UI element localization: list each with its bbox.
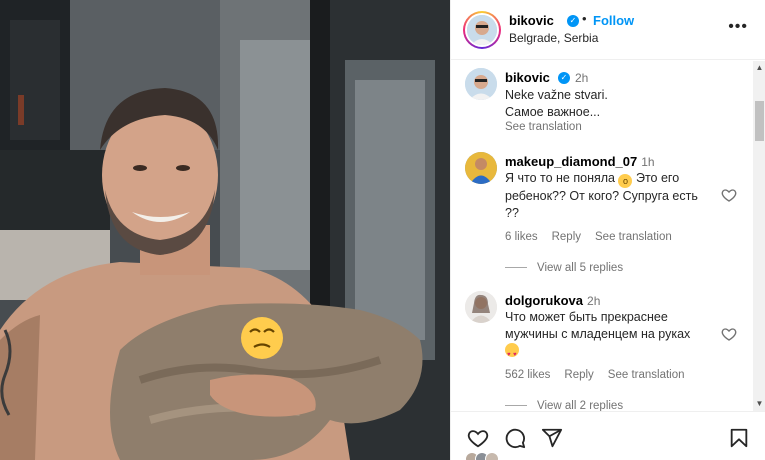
comments-list: bikovic ✓ 2h Neke važne stvari. Самое ва…: [451, 61, 753, 411]
comments-scrollbar[interactable]: ▲ ▼: [753, 61, 765, 411]
heart-eyes-emoji-icon: ♥ ♥: [505, 343, 519, 358]
bookmark-icon: [730, 428, 748, 448]
post-location[interactable]: Belgrade, Serbia: [509, 31, 598, 45]
caption-username-text[interactable]: bikovic: [505, 70, 550, 85]
comment-text: Что может быть прекраснее мужчины с млад…: [505, 309, 717, 360]
avatar-ring-inner: [465, 13, 499, 47]
heart-icon: [721, 328, 737, 341]
comment-line: ребенок?? От кого? Супруга есть: [505, 189, 698, 203]
comment-username-text[interactable]: dolgorukova: [505, 293, 583, 308]
comment-button[interactable]: [504, 427, 526, 452]
comment-text: Я что то не поняла o Это его ребенок?? О…: [505, 170, 717, 222]
author-username[interactable]: bikovic: [509, 13, 554, 28]
save-button[interactable]: [728, 427, 750, 452]
like-button[interactable]: [467, 427, 489, 452]
view-replies-button[interactable]: View all 2 replies: [505, 400, 623, 411]
comment-username-text[interactable]: makeup_diamond_07: [505, 154, 637, 169]
header-separator: •: [582, 11, 587, 26]
comment-username[interactable]: dolgorukova 2h: [505, 293, 600, 308]
comment-line: ??: [505, 206, 519, 220]
caption-time[interactable]: 2h: [575, 71, 588, 85]
comment-line: Что может быть прекраснее: [505, 310, 668, 324]
comment-meta: 6 likes Reply See translation: [505, 231, 686, 243]
share-icon: [541, 428, 563, 448]
comment-line: ♥ ♥: [505, 343, 717, 360]
avatar-face-icon: [465, 68, 497, 100]
verified-badge-icon: ✓: [558, 72, 570, 84]
reply-button[interactable]: Reply: [552, 231, 581, 243]
comment-likes-count[interactable]: 562 likes: [505, 369, 550, 381]
liker-avatar: [485, 452, 499, 460]
post-actions-bar: [451, 411, 765, 460]
comment-likes-count[interactable]: 6 likes: [505, 231, 538, 243]
follow-button[interactable]: Follow: [593, 13, 634, 28]
heart-icon: [467, 430, 489, 448]
caption-avatar[interactable]: [465, 68, 497, 100]
instagram-post-modal: bikovic ✓ • Follow Belgrade, Serbia ••• …: [0, 0, 765, 460]
caption-line: Самое важное...: [505, 105, 601, 119]
heart-icon: [721, 189, 737, 202]
caption-see-translation[interactable]: See translation: [505, 121, 596, 133]
post-photo[interactable]: [0, 0, 450, 460]
scroll-down-arrow-icon[interactable]: ▼: [755, 399, 764, 409]
post-header: bikovic ✓ • Follow Belgrade, Serbia •••: [451, 0, 765, 60]
view-replies-label[interactable]: View all 5 replies: [537, 262, 623, 274]
scrollbar-thumb[interactable]: [755, 101, 764, 141]
comment-avatar[interactable]: [465, 291, 497, 323]
caption-username[interactable]: bikovic: [505, 70, 550, 85]
see-translation-link[interactable]: See translation: [505, 121, 582, 133]
see-translation-link[interactable]: See translation: [595, 231, 672, 243]
view-replies-label[interactable]: View all 2 replies: [537, 400, 623, 411]
verified-badge-icon: ✓: [567, 15, 579, 27]
comment-username[interactable]: makeup_diamond_07 1h: [505, 154, 655, 169]
see-translation-link[interactable]: See translation: [608, 369, 685, 381]
avatar-face-icon: [467, 15, 497, 45]
comment-time[interactable]: 2h: [587, 294, 600, 308]
comment-time[interactable]: 1h: [641, 155, 654, 169]
post-photo-illustration: [0, 0, 450, 460]
comment-line: Я что то не поняла o Это его: [505, 170, 717, 188]
view-replies-button[interactable]: View all 5 replies: [505, 262, 623, 274]
more-icon[interactable]: •••: [728, 18, 748, 36]
comment-line-text: Я что то не поняла: [505, 171, 615, 185]
caption-text: Neke važne stvari. Самое важное...: [505, 87, 717, 121]
author-avatar[interactable]: [463, 11, 501, 49]
comment-line-tail: Это его: [635, 171, 680, 185]
comment-like-heart-icon[interactable]: [721, 326, 737, 345]
comment-line: мужчины с младенцем на руках: [505, 327, 691, 341]
scroll-up-arrow-icon[interactable]: ▲: [755, 63, 764, 73]
post-side-panel: bikovic ✓ • Follow Belgrade, Serbia ••• …: [450, 0, 765, 460]
comment-like-heart-icon[interactable]: [721, 187, 737, 206]
liker-avatars[interactable]: [465, 452, 499, 460]
share-button[interactable]: [541, 427, 563, 452]
avatar-image: [467, 15, 497, 45]
surprised-emoji-icon: o: [618, 174, 633, 188]
reply-button[interactable]: Reply: [564, 369, 593, 381]
avatar-person-icon: [465, 291, 497, 323]
comment-meta: 562 likes Reply See translation: [505, 369, 699, 381]
comment-avatar[interactable]: [465, 152, 497, 184]
caption-line: Neke važne stvari.: [505, 88, 608, 102]
comment-icon: [505, 428, 526, 449]
avatar-person-icon: [465, 152, 497, 184]
